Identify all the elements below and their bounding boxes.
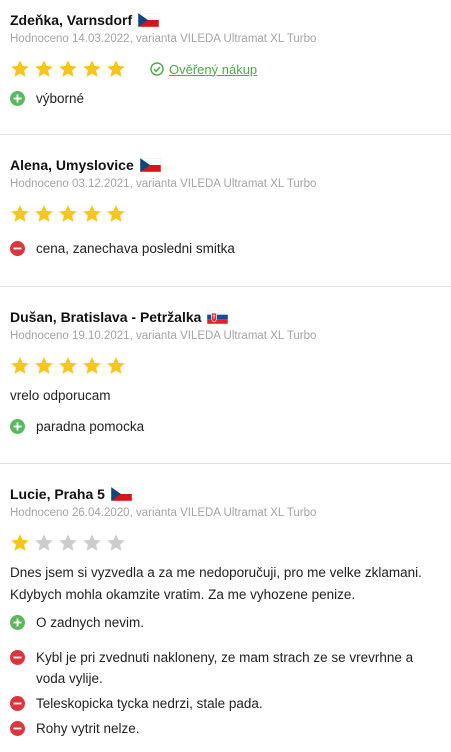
review-author: Dušan, Bratislava - Petržalka xyxy=(10,307,441,326)
star-filled-icon xyxy=(34,59,54,79)
review-meta: Hodnoceno 14.03.2022, varianta VILEDA Ul… xyxy=(10,33,317,45)
star-filled-icon xyxy=(58,59,78,79)
verified-label: Ověřený nákup xyxy=(169,61,258,77)
star-filled-icon xyxy=(82,59,102,79)
cz-flag-icon xyxy=(110,486,132,501)
star-empty-icon xyxy=(58,533,78,553)
review-con: Teleskopicka tycka nedrzi, stale pada. xyxy=(10,693,441,714)
star-filled-icon xyxy=(82,356,102,376)
star-filled-icon xyxy=(106,356,126,376)
minus-circle-icon xyxy=(10,650,25,665)
star-filled-icon xyxy=(10,59,30,79)
star-filled-icon xyxy=(58,356,78,376)
cz-flag-icon xyxy=(138,12,160,27)
review-author: Lucie, Praha 5 xyxy=(10,484,441,503)
star-filled-icon xyxy=(106,59,126,79)
plus-circle-icon xyxy=(10,615,25,630)
review-meta: Hodnoceno 19.10.2021, varianta VILEDA Ul… xyxy=(10,330,317,342)
review-item: Dušan, Bratislava - Petržalka Hodnoceno … xyxy=(0,287,451,464)
rating-stars xyxy=(10,533,130,553)
plus-circle-icon xyxy=(10,91,25,106)
review-author-name: Alena, Umyslovice xyxy=(10,156,134,173)
review-pro: výborné xyxy=(10,88,441,109)
review-con: cena, zanechava posledni smitka xyxy=(10,238,441,259)
review-author-name: Dušan, Bratislava - Petržalka xyxy=(10,308,202,325)
plus-circle-icon xyxy=(10,419,25,434)
review-text: vrelo odporucam xyxy=(10,388,111,403)
star-empty-icon xyxy=(106,533,126,553)
review-item: Lucie, Praha 5 Hodnoceno 26.04.2020, var… xyxy=(0,464,451,752)
review-pro: paradna pomocka xyxy=(10,416,441,437)
star-empty-icon xyxy=(34,533,54,553)
check-circle-icon xyxy=(150,62,164,76)
review-author: Zdeňka, Varnsdorf xyxy=(10,10,441,29)
star-filled-icon xyxy=(82,204,102,224)
sk-flag-icon xyxy=(207,309,229,324)
star-filled-icon xyxy=(10,204,30,224)
star-empty-icon xyxy=(82,533,102,553)
review-con: Kybl je pri zvednuti nakloneny, ze mam s… xyxy=(10,647,441,689)
star-filled-icon xyxy=(58,204,78,224)
rating-stars xyxy=(10,204,130,224)
review-author-name: Zdeňka, Varnsdorf xyxy=(10,11,133,28)
star-filled-icon xyxy=(10,533,30,553)
cz-flag-icon xyxy=(139,157,161,172)
review-author-name: Lucie, Praha 5 xyxy=(10,485,105,502)
star-filled-icon xyxy=(34,356,54,376)
minus-circle-icon xyxy=(10,696,25,711)
minus-circle-icon xyxy=(10,721,25,736)
review-pro: O zadnych nevim. xyxy=(10,612,441,633)
rating-stars xyxy=(10,356,130,376)
rating-stars xyxy=(10,59,130,79)
review-text: Dnes jsem si vyzvedla a za me nedoporuču… xyxy=(10,565,422,602)
minus-circle-icon xyxy=(10,241,25,256)
star-filled-icon xyxy=(34,204,54,224)
review-meta: Hodnoceno 03.12.2021, varianta VILEDA Ul… xyxy=(10,178,317,190)
review-con: Rohy vytrit nelze. xyxy=(10,718,441,739)
star-filled-icon xyxy=(10,356,30,376)
verified-purchase-link[interactable]: Ověřený nákup xyxy=(150,62,257,77)
review-item: Alena, Umyslovice Hodnoceno 03.12.2021, … xyxy=(0,135,451,287)
review-item: Zdeňka, Varnsdorf Hodnoceno 14.03.2022, … xyxy=(0,0,451,135)
star-filled-icon xyxy=(106,204,126,224)
review-author: Alena, Umyslovice xyxy=(10,155,441,174)
review-meta: Hodnoceno 26.04.2020, varianta VILEDA Ul… xyxy=(10,507,317,519)
